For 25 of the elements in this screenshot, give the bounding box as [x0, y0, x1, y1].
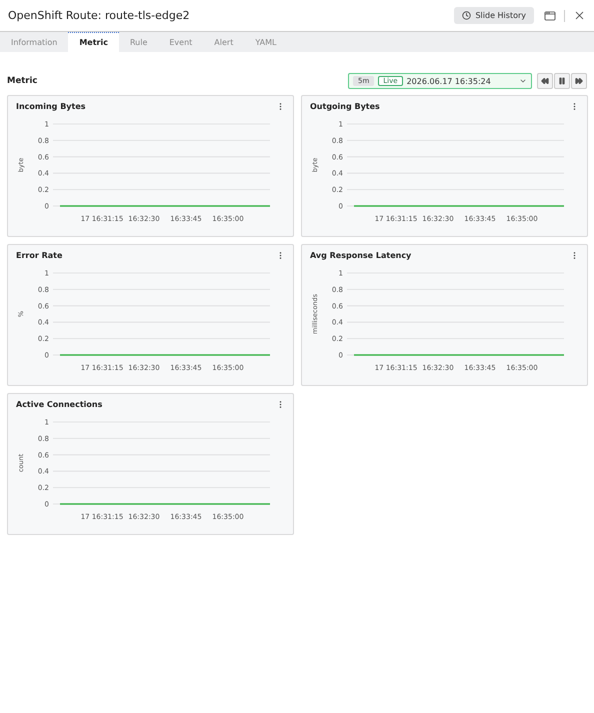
rewind-button[interactable]	[537, 73, 553, 89]
pause-button[interactable]	[554, 73, 570, 89]
rewind-icon	[541, 77, 549, 85]
pause-icon	[558, 77, 566, 85]
chart-title: Active Connections	[16, 400, 102, 409]
datetime-value: 2026.06.17 16:35:24	[406, 76, 492, 86]
tab[interactable]: Information	[0, 32, 68, 52]
tab[interactable]: YAML	[244, 32, 288, 52]
chart-title: Avg Response Latency	[310, 251, 412, 260]
caret-icon[interactable]	[519, 77, 527, 85]
chart-title: Error Rate	[16, 251, 62, 260]
fast-forward-button[interactable]	[571, 73, 587, 89]
maximize-icon[interactable]	[544, 10, 556, 22]
chart-title: Incoming Bytes	[16, 102, 86, 111]
fast-forward-icon	[575, 77, 583, 85]
chart-title: Outgoing Bytes	[310, 102, 380, 111]
clock-icon	[462, 11, 472, 20]
tab[interactable]: Metric	[68, 32, 119, 52]
section-title: Metric	[7, 76, 38, 86]
tab[interactable]: Rule	[118, 32, 158, 52]
close-icon[interactable]	[573, 9, 586, 22]
slide-history-button[interactable]: Slide History	[454, 7, 534, 24]
tab[interactable]: Alert	[203, 32, 244, 52]
tab[interactable]: Event	[158, 32, 204, 52]
window-title: OpenShift Route: route-tls-edge2	[8, 9, 191, 22]
